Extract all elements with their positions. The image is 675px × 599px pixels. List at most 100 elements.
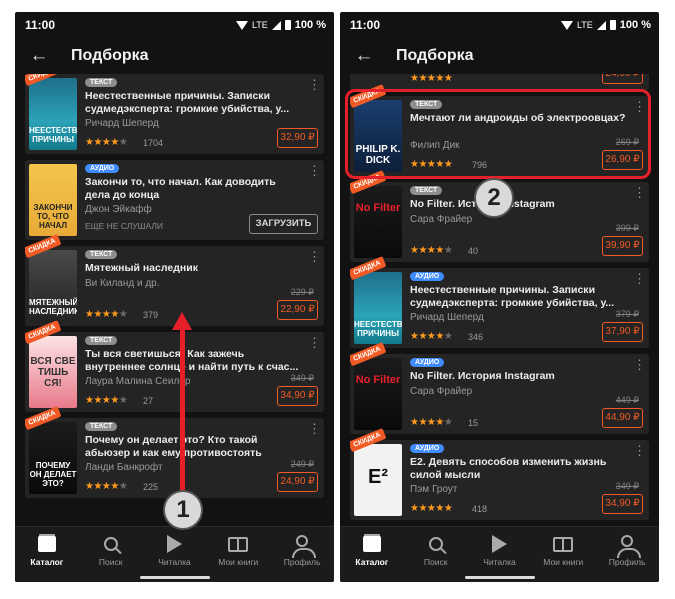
type-badge: ТЕКСТ (85, 78, 118, 87)
rating-stars: ★★★★★ (85, 481, 128, 492)
book-title: E2. Девять способов изменить жизнь силой… (410, 456, 607, 481)
back-arrow-icon[interactable]: ← (19, 38, 59, 74)
step-marker-1: 1 (163, 490, 203, 530)
book-card[interactable]: НЕЕСТЕСТВЕННЫЕ ПРИЧИНЫ СКИДКА ТЕКСТ Неес… (25, 74, 324, 154)
more-options-icon[interactable]: ⋮ (308, 78, 321, 91)
scroll-arrow-line (180, 328, 185, 492)
rating-stars: ★★★★★ (410, 245, 453, 256)
book-card[interactable]: ★★★★★ 24,90 ₽ (350, 74, 649, 90)
more-options-icon[interactable]: ⋮ (308, 250, 321, 263)
book-cover: ПОЧЕМУ ОН ДЕЛАЕТ ЭТО? (29, 422, 77, 494)
book-author: Ричард Шеперд (410, 312, 484, 323)
rating-count: 379 (143, 310, 159, 320)
home-indicator[interactable] (139, 576, 210, 579)
book-title: Неестественные причины. Записки судмедэк… (410, 284, 615, 309)
nav-my-books[interactable]: Мои книги (206, 527, 270, 582)
old-price: 229 ₽ (290, 287, 314, 297)
more-options-icon[interactable]: ⋮ (308, 336, 321, 349)
book-card[interactable]: ПОЧЕМУ ОН ДЕЛАЕТ ЭТО? СКИДКА ТЕКСТ Почем… (25, 406, 324, 498)
page-title: Подборка (71, 47, 149, 64)
book-cover: ВСЯ СВЕ ТИШЬ СЯ! (29, 336, 77, 408)
wifi-icon (560, 20, 573, 30)
network-label: LTE (576, 20, 593, 30)
type-badge: АУДИО (410, 272, 445, 281)
app-bar: ← Подборка (15, 38, 334, 74)
more-options-icon[interactable]: ⋮ (633, 444, 646, 457)
nav-my-books[interactable]: Мои книги (531, 527, 595, 582)
price-button[interactable]: 34,90 ₽ (602, 494, 643, 514)
old-price: 399 ₽ (615, 223, 639, 233)
books-icon (228, 536, 249, 552)
rating-count: 15 (468, 418, 479, 428)
book-title: No Filter. История Instagram (410, 198, 555, 210)
rating-count: 225 (143, 482, 159, 492)
catalog-icon (37, 536, 56, 552)
nav-catalog[interactable]: Каталог (340, 527, 404, 582)
book-title: Закончи то, что начал. Как доводить дела… (85, 176, 276, 201)
book-card[interactable]: ВСЯ СВЕ ТИШЬ СЯ! СКИДКА ТЕКСТ Ты вся све… (25, 320, 324, 412)
book-card[interactable]: E² СКИДКА АУДИО E2. Девять способов изме… (350, 428, 649, 520)
price-button[interactable]: 34,90 ₽ (277, 386, 318, 406)
book-cover: E² (354, 444, 402, 516)
nav-profile[interactable]: Профиль (595, 527, 659, 582)
profile-icon (617, 535, 642, 558)
signal-icon (271, 20, 281, 30)
status-time: 11:00 (350, 18, 381, 32)
rating-stars: ★★★★★ (410, 331, 453, 342)
price-button[interactable]: 32,90 ₽ (277, 128, 318, 148)
rating-count: 27 (143, 396, 154, 406)
price-button[interactable]: 24,90 ₽ (277, 472, 318, 492)
more-options-icon[interactable]: ⋮ (633, 186, 646, 199)
rating-stars: ★★★★★ (85, 395, 128, 406)
more-options-icon[interactable]: ⋮ (308, 422, 321, 435)
book-cover: ЗАКОНЧИ ТО, ЧТО НАЧАЛ (29, 164, 77, 236)
more-options-icon[interactable]: ⋮ (633, 358, 646, 371)
book-cover: No Filter (354, 186, 402, 258)
price-button[interactable]: 37,90 ₽ (602, 322, 643, 342)
type-badge: ТЕКСТ (85, 336, 118, 345)
battery-icon (284, 20, 291, 30)
book-cover: МЯТЕЖНЫЙ НАСЛЕДНИК (29, 250, 77, 322)
network-label: LTE (251, 20, 268, 30)
rating-stars: ★★★★★ (410, 74, 453, 84)
old-price: 349 ₽ (290, 373, 314, 383)
book-card[interactable]: No Filter СКИДКА АУДИО No Filter. Истори… (350, 342, 649, 434)
price-button[interactable]: 24,90 ₽ (602, 74, 643, 84)
book-title: Неестественные причины. Записки судмедэк… (85, 90, 290, 115)
nav-catalog[interactable]: Каталог (15, 527, 79, 582)
home-indicator[interactable] (464, 576, 535, 579)
books-icon (553, 536, 574, 552)
book-card[interactable]: ЗАКОНЧИ ТО, ЧТО НАЧАЛ АУДИО Закончи то, … (25, 160, 324, 240)
bottom-nav: Каталог Поиск Читалка Мои книги Профиль (15, 526, 334, 582)
rating-stars: ★★★★★ (410, 417, 453, 428)
status-time: 11:00 (25, 18, 56, 32)
download-button[interactable]: ЗАГРУЗИТЬ (249, 214, 318, 234)
phone-screen-left: 11:00 LTE 100 % ← Подборка НЕЕСТЕСТВЕННЫ… (15, 12, 334, 582)
app-bar: ← Подборка (340, 38, 659, 74)
nav-search[interactable]: Поиск (79, 527, 143, 582)
back-arrow-icon[interactable]: ← (344, 38, 384, 74)
book-title: Ты вся светишься! Как зажечь внутреннее … (85, 348, 299, 373)
type-badge: ТЕКСТ (85, 422, 118, 431)
battery-icon (609, 20, 616, 30)
book-card[interactable]: НЕЕСТЕСТВЕННЫЕ ПРИЧИНЫ СКИДКА АУДИО Неес… (350, 256, 649, 348)
nav-reader[interactable]: Читалка (143, 527, 207, 582)
price-button[interactable]: 22,90 ₽ (277, 300, 318, 320)
nav-search[interactable]: Поиск (404, 527, 468, 582)
rating-stars: ★★★★★ (85, 309, 128, 320)
battery-label: 100 % (294, 19, 326, 31)
page-title: Подборка (396, 47, 474, 64)
type-badge: ТЕКСТ (85, 250, 118, 259)
book-author: Пэм Гроут (410, 484, 458, 495)
nav-profile[interactable]: Профиль (270, 527, 334, 582)
book-cover: НЕЕСТЕСТВЕННЫЕ ПРИЧИНЫ (354, 272, 402, 344)
more-options-icon[interactable]: ⋮ (633, 272, 646, 285)
rating-count: 40 (468, 246, 479, 256)
rating-count: 1704 (143, 138, 164, 148)
book-cover: НЕЕСТЕСТВЕННЫЕ ПРИЧИНЫ (29, 78, 77, 150)
more-options-icon[interactable]: ⋮ (308, 164, 321, 177)
price-button[interactable]: 39,90 ₽ (602, 236, 643, 256)
rating-count: 418 (472, 504, 488, 514)
price-button[interactable]: 44,90 ₽ (602, 408, 643, 428)
nav-reader[interactable]: Читалка (468, 527, 532, 582)
